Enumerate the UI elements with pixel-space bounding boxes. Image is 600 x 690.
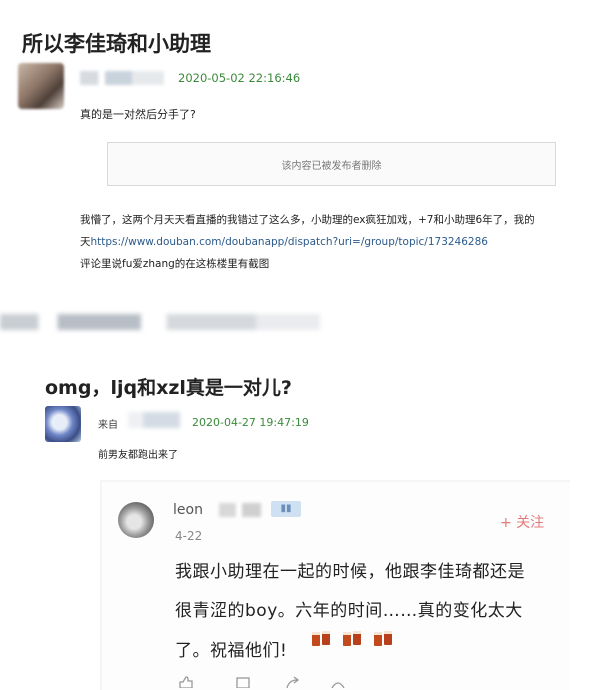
timestamp: 2020-04-27 19:47:19 xyxy=(192,416,309,429)
comment-text: 前男友都跑出来了 xyxy=(98,450,178,461)
post-title[interactable]: 所以李佳琦和小助理 xyxy=(22,28,211,58)
user-badge: ▮▮ xyxy=(271,501,301,517)
douban-link[interactable]: https://www.douban.com/doubanapp/dispatc… xyxy=(91,236,488,248)
beer-cheers-emoji xyxy=(343,631,361,646)
avatar[interactable] xyxy=(45,406,81,442)
comment-line: 很青涩的boy。六年的时间……真的变化太大 xyxy=(175,601,523,621)
follow-button[interactable]: + 关注 xyxy=(500,512,544,532)
avatar[interactable] xyxy=(118,502,154,538)
comment-text: 真的是一对然后分手了? xyxy=(80,108,196,121)
avatar[interactable] xyxy=(18,63,64,109)
body-line-text: 天 xyxy=(80,236,91,248)
comment-icon[interactable] xyxy=(235,676,251,688)
post-title[interactable]: omg，ljq和xzl真是一对儿? xyxy=(45,373,292,400)
body-line: 我懵了，这两个月天天看直播的我错过了这么多，小助理的ex疯狂加戏，+7和小助理6… xyxy=(80,212,535,227)
comment-date: 4-22 xyxy=(175,529,203,543)
like-icon[interactable] xyxy=(178,676,194,688)
body-line: 天https://www.douban.com/doubanapp/dispat… xyxy=(80,234,488,249)
beer-cheers-emoji xyxy=(312,631,330,646)
blurred-username xyxy=(219,503,261,517)
blurred-divider xyxy=(0,314,320,330)
blurred-username[interactable] xyxy=(128,412,180,428)
username[interactable]: leon xyxy=(173,502,203,518)
comment-line: 我跟小助理在一起的时候，他跟李佳琦都还是 xyxy=(175,562,525,582)
body-line: 评论里说fu爱zhang的在这栋楼里有截图 xyxy=(80,256,269,271)
more-icon[interactable] xyxy=(330,676,346,688)
body-line-text: 评论里说fu爱zhang的在这栋楼里有截图 xyxy=(80,258,270,270)
comment-line: 了。祝福他们! xyxy=(175,641,288,661)
deleted-notice: 该内容已被发布者删除 xyxy=(281,160,382,172)
from-label: 来自 xyxy=(98,420,118,431)
deleted-quote-box: 该内容已被发布者删除 xyxy=(107,142,556,186)
timestamp: 2020-05-02 22:16:46 xyxy=(178,71,301,85)
body-line-text: 我懵了，这两个月天天看直播的我错过了这么多，小助理的ex疯狂加戏，+7和小助理6… xyxy=(80,214,535,226)
blurred-username[interactable] xyxy=(80,71,164,85)
beer-cheers-emoji xyxy=(374,631,392,646)
share-icon[interactable] xyxy=(285,676,301,688)
